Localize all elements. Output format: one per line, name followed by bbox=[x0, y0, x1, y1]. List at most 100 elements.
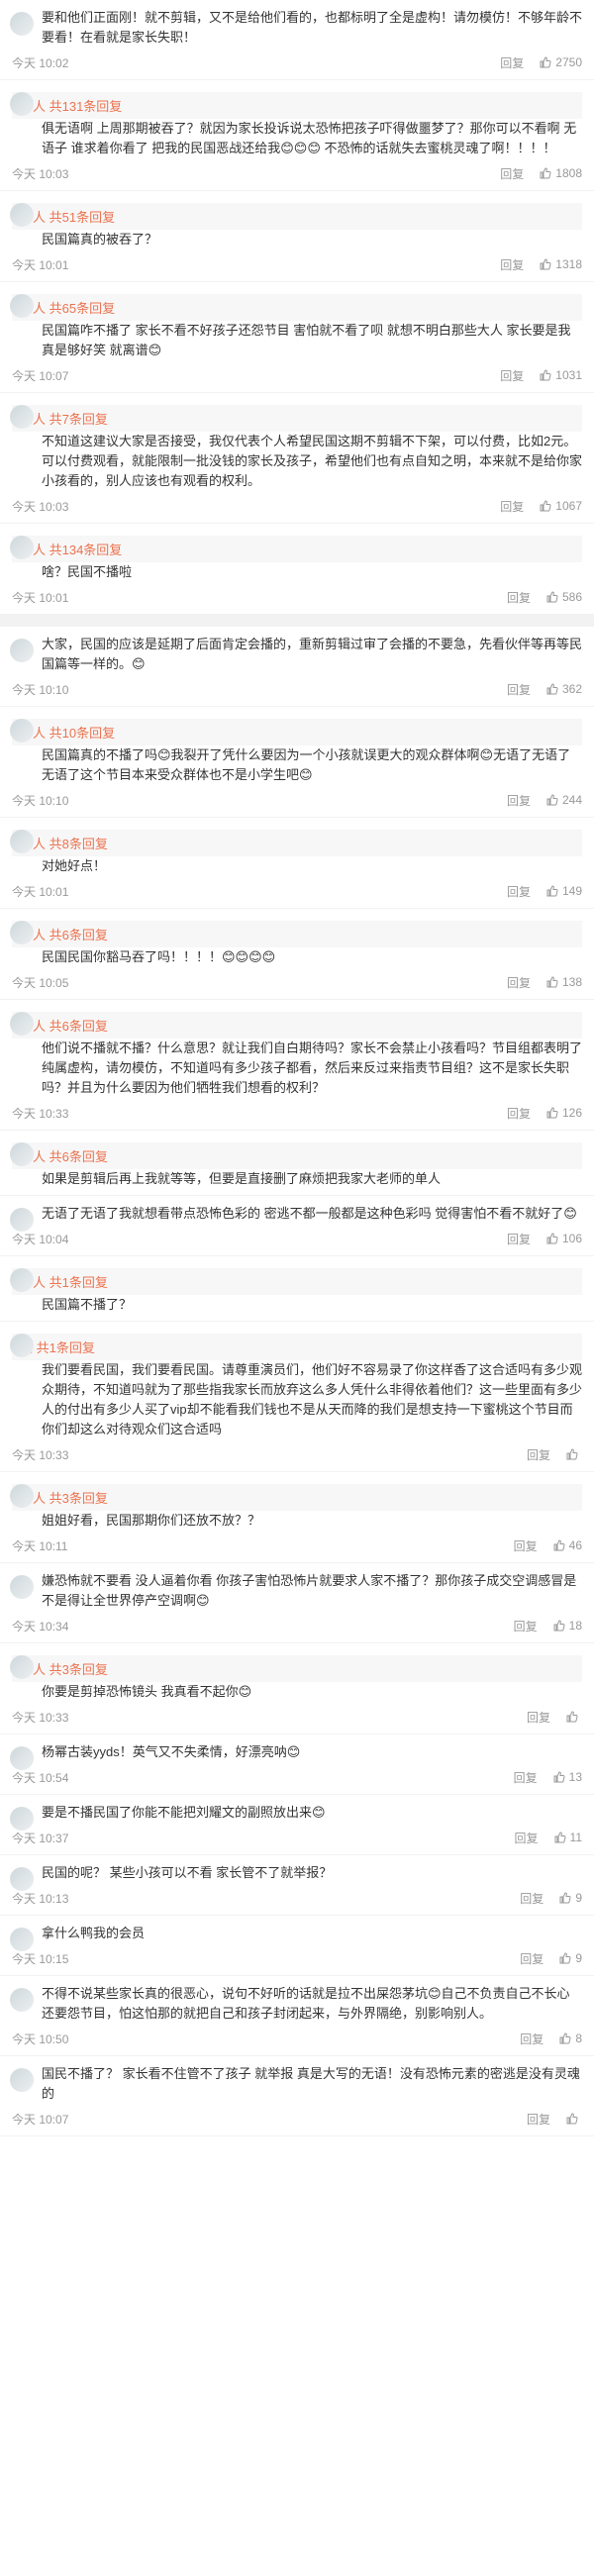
avatar[interactable] bbox=[10, 1142, 34, 1166]
like-button[interactable]: 106 bbox=[546, 1232, 582, 1245]
reply-summary[interactable]: 等人 共3条回复 bbox=[12, 1655, 582, 1682]
reply-summary[interactable]: 等人 共6条回复 bbox=[12, 1142, 582, 1169]
reply-button[interactable]: 回复 bbox=[527, 2111, 550, 2128]
like-button[interactable]: 9 bbox=[559, 1891, 582, 1905]
like-button[interactable]: 2750 bbox=[540, 55, 582, 69]
avatar[interactable] bbox=[10, 12, 34, 36]
reply-button[interactable]: 回复 bbox=[515, 1830, 539, 1846]
avatar[interactable] bbox=[10, 92, 34, 116]
reply-summary[interactable]: 等人 共1条回复 bbox=[12, 1268, 582, 1295]
avatar[interactable] bbox=[10, 1268, 34, 1292]
like-count: 2750 bbox=[555, 55, 582, 69]
reply-button[interactable]: 回复 bbox=[527, 1446, 550, 1463]
avatar[interactable] bbox=[10, 405, 34, 429]
comment-meta: 今天 10:37 回复 11 bbox=[12, 1827, 582, 1848]
reply-button[interactable]: 回复 bbox=[500, 54, 524, 71]
like-count: 1031 bbox=[555, 368, 582, 382]
avatar[interactable] bbox=[10, 294, 34, 318]
like-button[interactable]: 13 bbox=[553, 1770, 582, 1784]
like-button[interactable]: 1067 bbox=[540, 499, 582, 513]
like-button[interactable]: 586 bbox=[546, 590, 582, 604]
like-button[interactable]: 46 bbox=[553, 1538, 582, 1552]
reply-button[interactable]: 回复 bbox=[507, 1105, 531, 1122]
comment-meta: 今天 10:10 回复 362 bbox=[12, 678, 582, 700]
avatar[interactable] bbox=[10, 719, 34, 743]
like-count: 18 bbox=[568, 1619, 582, 1633]
like-button[interactable] bbox=[566, 1711, 582, 1723]
reply-button[interactable]: 回复 bbox=[507, 681, 531, 698]
avatar[interactable] bbox=[10, 1334, 34, 1357]
avatar[interactable] bbox=[10, 203, 34, 227]
avatar[interactable] bbox=[10, 1988, 34, 2012]
like-button[interactable]: 11 bbox=[554, 1831, 582, 1844]
reply-summary[interactable]: 等人 共3条回复 bbox=[12, 1484, 582, 1511]
reply-summary[interactable]: 人 共1条回复 bbox=[12, 1334, 582, 1360]
like-button[interactable]: 9 bbox=[559, 1951, 582, 1965]
reply-button[interactable]: 回复 bbox=[514, 1618, 538, 1635]
like-button[interactable]: 1808 bbox=[540, 166, 582, 180]
like-button[interactable]: 362 bbox=[546, 682, 582, 696]
reply-button[interactable]: 回复 bbox=[507, 589, 531, 606]
comment-item: 大家，民国的应该是延期了后面肯定会播的，重新剪辑过审了会播的不要急，先看伙伴等再… bbox=[0, 627, 594, 707]
like-button[interactable]: 244 bbox=[546, 793, 582, 807]
comment-text: 要是不播民国了你能不能把刘耀文的副照放出来😊 bbox=[42, 1805, 326, 1820]
comment-item: 等人 共51条回复 民国篇真的被吞了？ 今天 10:01 回复 1318 bbox=[0, 191, 594, 282]
avatar[interactable] bbox=[10, 1928, 34, 1951]
comment-time: 今天 10:33 bbox=[12, 1447, 69, 1462]
thumbs-up-icon bbox=[540, 258, 551, 270]
reply-button[interactable]: 回复 bbox=[507, 883, 531, 900]
avatar[interactable] bbox=[10, 2068, 34, 2092]
avatar[interactable] bbox=[10, 1655, 34, 1679]
reply-button[interactable]: 回复 bbox=[507, 792, 531, 809]
reply-summary[interactable]: 等人 共10条回复 bbox=[12, 719, 582, 745]
comment-time: 今天 10:01 bbox=[12, 590, 69, 605]
comment-meta: 今天 10:50 回复 8 bbox=[12, 2028, 582, 2049]
reply-summary[interactable]: 等人 共6条回复 bbox=[12, 1012, 582, 1039]
reply-summary[interactable]: 等人 共131条回复 bbox=[12, 92, 582, 119]
like-button[interactable]: 1031 bbox=[540, 368, 582, 382]
reply-button[interactable]: 回复 bbox=[514, 1537, 538, 1554]
reply-summary[interactable]: 等人 共6条回复 bbox=[12, 921, 582, 947]
reply-button[interactable]: 回复 bbox=[500, 367, 524, 384]
reply-summary[interactable]: 等人 共51条回复 bbox=[12, 203, 582, 230]
like-button[interactable]: 18 bbox=[553, 1619, 582, 1633]
comment-time: 今天 10:01 bbox=[12, 884, 69, 899]
reply-button[interactable]: 回复 bbox=[520, 2031, 544, 2047]
like-button[interactable] bbox=[566, 2113, 582, 2125]
avatar[interactable] bbox=[10, 639, 34, 662]
reply-summary[interactable]: 等人 共7条回复 bbox=[12, 405, 582, 432]
reply-button[interactable]: 回复 bbox=[500, 498, 524, 515]
avatar[interactable] bbox=[10, 921, 34, 944]
like-count: 362 bbox=[561, 682, 582, 696]
avatar[interactable] bbox=[10, 1575, 34, 1599]
section-gap bbox=[0, 615, 594, 627]
reply-button[interactable]: 回复 bbox=[514, 1769, 538, 1786]
like-button[interactable]: 126 bbox=[546, 1106, 582, 1120]
avatar[interactable] bbox=[10, 1012, 34, 1036]
reply-button[interactable]: 回复 bbox=[520, 1950, 544, 1967]
reply-button[interactable]: 回复 bbox=[500, 165, 524, 182]
avatar[interactable] bbox=[10, 1807, 34, 1831]
avatar[interactable] bbox=[10, 1867, 34, 1891]
reply-summary[interactable]: 等人 共65条回复 bbox=[12, 294, 582, 321]
thumbs-up-icon bbox=[546, 976, 558, 988]
like-button[interactable]: 8 bbox=[559, 2031, 582, 2045]
thumbs-up-icon bbox=[540, 500, 551, 512]
avatar[interactable] bbox=[10, 1208, 34, 1232]
avatar[interactable] bbox=[10, 536, 34, 559]
reply-summary[interactable]: 等人 共134条回复 bbox=[12, 536, 582, 562]
thumbs-up-icon bbox=[553, 1539, 565, 1551]
reply-button[interactable]: 回复 bbox=[507, 974, 531, 991]
reply-summary[interactable]: 等人 共8条回复 bbox=[12, 830, 582, 856]
reply-button[interactable]: 回复 bbox=[500, 256, 524, 273]
reply-button[interactable]: 回复 bbox=[507, 1231, 531, 1247]
reply-button[interactable]: 回复 bbox=[520, 1890, 544, 1907]
avatar[interactable] bbox=[10, 1484, 34, 1508]
avatar[interactable] bbox=[10, 830, 34, 853]
like-button[interactable]: 1318 bbox=[540, 257, 582, 271]
like-button[interactable]: 149 bbox=[546, 884, 582, 898]
like-button[interactable]: 138 bbox=[546, 975, 582, 989]
avatar[interactable] bbox=[10, 1746, 34, 1770]
reply-button[interactable]: 回复 bbox=[527, 1709, 550, 1726]
like-button[interactable] bbox=[566, 1448, 582, 1460]
